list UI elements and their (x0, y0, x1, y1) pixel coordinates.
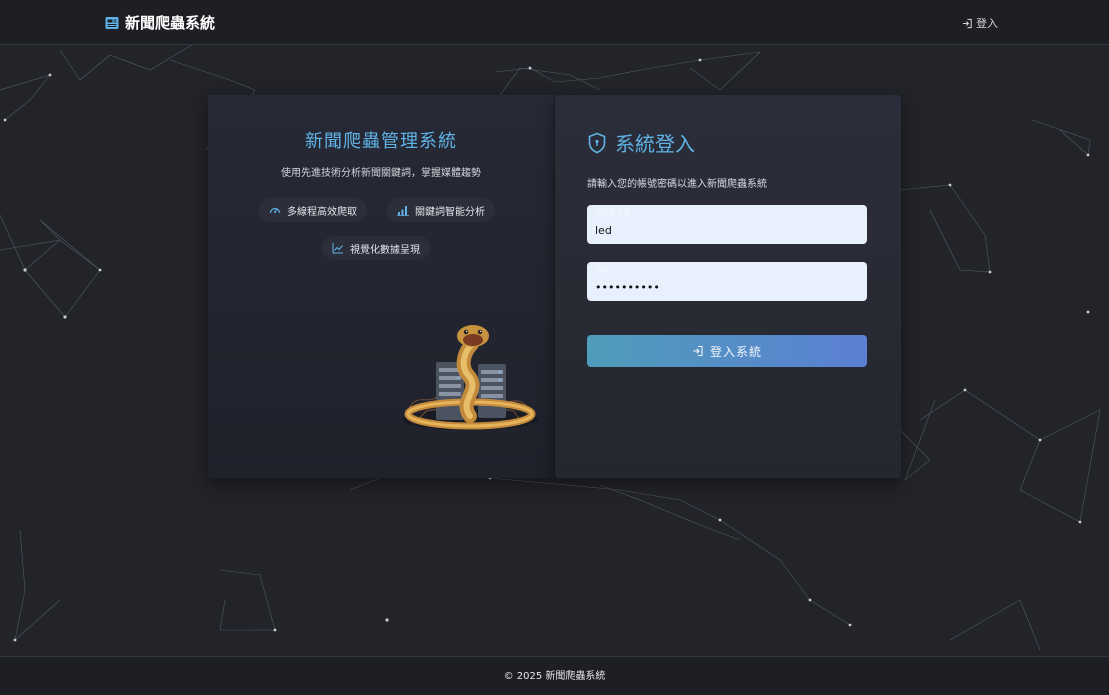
shield-icon (588, 132, 606, 153)
nav-login-label: 登入 (976, 17, 998, 30)
login-submit-button[interactable]: 登入系統 (587, 335, 867, 367)
login-panel: 系統登入 請輸入您的帳號密碼以進入新聞爬蟲系統 使用者名稱 密碼 登入系統 (555, 95, 901, 478)
speedometer-icon (269, 207, 281, 214)
username-label: 使用者名稱 (595, 209, 630, 217)
username-input[interactable] (587, 218, 867, 242)
login-title-text: 系統登入 (615, 132, 695, 156)
sign-in-icon (962, 18, 972, 28)
username-field[interactable]: 使用者名稱 (587, 205, 867, 244)
feature-label: 視覺化數據呈現 (350, 244, 420, 256)
sign-in-icon (692, 345, 703, 357)
bar-chart-icon (397, 206, 409, 216)
brand-name: 新聞爬蟲系統 (125, 14, 216, 32)
password-label: 密碼 (595, 266, 609, 274)
login-heading: 系統登入 (587, 128, 695, 157)
hero-subtitle: 使用先進技術分析新聞關鍵詞，掌握媒體趨勢 (281, 168, 481, 179)
feature-label: 關鍵詞智能分析 (415, 206, 485, 218)
brand-link[interactable]: 新聞爬蟲系統 (105, 12, 215, 33)
feature-chip-analysis: 關鍵詞智能分析 (387, 198, 495, 222)
hero-title: 新聞爬蟲管理系統 (305, 131, 457, 152)
login-submit-label: 登入系統 (709, 344, 762, 359)
intro-panel: 新聞爬蟲管理系統 使用先進技術分析新聞關鍵詞，掌握媒體趨勢 多線程高效爬取 關鍵… (208, 95, 554, 478)
login-description: 請輸入您的帳號密碼以進入新聞爬蟲系統 (587, 179, 767, 190)
feature-chip-crawling: 多線程高效爬取 (259, 198, 367, 222)
feature-label: 多線程高效爬取 (287, 206, 357, 218)
line-chart-icon (332, 243, 343, 254)
nav-login-link[interactable]: 登入 (962, 15, 998, 31)
footer-copyright: © 2025 新聞爬蟲系統 (503, 671, 606, 682)
page-footer: © 2025 新聞爬蟲系統 (0, 656, 1109, 695)
newspaper-icon (105, 16, 119, 29)
top-navbar: 新聞爬蟲系統 登入 (0, 0, 1109, 45)
snake-on-servers-illustration (402, 325, 538, 430)
password-field[interactable]: 密碼 (587, 262, 867, 301)
password-input[interactable] (587, 275, 867, 299)
feature-chip-visualization: 視覺化數據呈現 (322, 236, 430, 260)
